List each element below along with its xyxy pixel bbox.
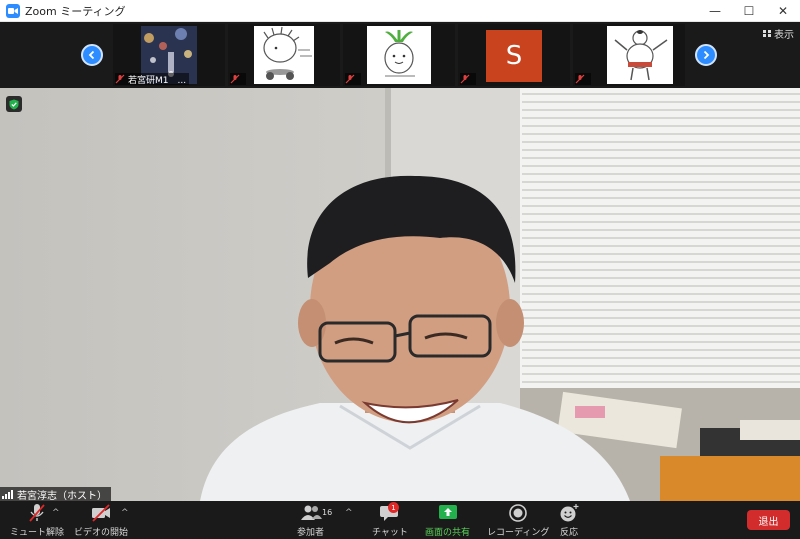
muted-mic-icon bbox=[575, 74, 585, 84]
close-button[interactable]: ✕ bbox=[766, 0, 800, 22]
chevron-left-icon bbox=[88, 50, 95, 60]
audio-options-caret[interactable]: ^ bbox=[52, 508, 60, 518]
view-label: 表示 bbox=[774, 30, 794, 41]
filmstrip-prev-button[interactable] bbox=[81, 44, 103, 66]
title-bar: Zoom ミーティング — ☐ ✕ bbox=[0, 0, 800, 22]
meeting-toolbar: ミュート解除 ^ ビデオの開始 ^ 参加者 16 ^ チャット 1 画面の共有 … bbox=[0, 501, 800, 539]
speaker-name: 若宮淳志（ホスト） bbox=[17, 490, 107, 502]
chat-label: チャット bbox=[372, 528, 408, 538]
start-video-label: ビデオの開始 bbox=[74, 528, 129, 538]
participants-icon bbox=[300, 505, 322, 520]
speaker-name-label: 若宮淳志（ホスト） bbox=[0, 487, 111, 501]
share-screen-button[interactable]: 画面の共有 bbox=[425, 503, 470, 538]
participants-options-caret[interactable]: ^ bbox=[345, 508, 353, 518]
active-speaker-video: 若宮淳志（ホスト） bbox=[0, 88, 800, 501]
participant-filmstrip: 若宮研M1 ... S 表示 bbox=[0, 22, 800, 88]
view-button[interactable]: 表示 bbox=[763, 26, 794, 41]
share-screen-icon bbox=[438, 505, 457, 519]
participant-tile[interactable] bbox=[573, 24, 685, 86]
security-shield-icon[interactable] bbox=[6, 96, 22, 112]
smiley-icon bbox=[560, 504, 579, 522]
participant-tile[interactable] bbox=[228, 24, 340, 86]
participant-tile[interactable]: 若宮研M1 ... bbox=[113, 24, 225, 86]
record-label: レコーディング bbox=[487, 528, 550, 538]
grid-icon bbox=[763, 29, 771, 38]
muted-mic-icon bbox=[115, 74, 125, 84]
participants-count: 16 bbox=[322, 508, 333, 517]
record-icon bbox=[509, 504, 527, 522]
speaker-video-frame bbox=[0, 88, 800, 501]
participant-tile[interactable]: S bbox=[458, 24, 570, 86]
muted-mic-icon bbox=[345, 74, 355, 84]
filmstrip-next-button[interactable] bbox=[695, 44, 717, 66]
muted-mic-icon bbox=[230, 74, 240, 84]
participant-tile[interactable] bbox=[343, 24, 455, 86]
minimize-button[interactable]: — bbox=[698, 0, 732, 22]
share-screen-label: 画面の共有 bbox=[425, 528, 471, 538]
leave-meeting-button[interactable]: 退出 bbox=[747, 510, 790, 530]
video-off-icon bbox=[92, 504, 110, 522]
start-video-button[interactable]: ビデオの開始 bbox=[74, 503, 128, 538]
video-options-caret[interactable]: ^ bbox=[121, 508, 129, 518]
muted-mic-icon bbox=[460, 74, 470, 84]
chat-unread-badge: 1 bbox=[388, 502, 399, 513]
participants-button[interactable]: 参加者 bbox=[297, 503, 324, 538]
window-title: Zoom ミーティング bbox=[25, 4, 126, 18]
avatar-letter: S bbox=[505, 41, 523, 71]
reactions-label: 反応 bbox=[559, 528, 578, 538]
letter-avatar: S bbox=[486, 30, 542, 82]
zoom-logo-icon bbox=[6, 3, 20, 18]
participant-name: 若宮研M1 ... bbox=[128, 75, 187, 86]
signal-strength-icon bbox=[2, 489, 14, 499]
muted-mic-icon bbox=[29, 504, 45, 522]
maximize-button[interactable]: ☐ bbox=[732, 0, 766, 22]
participants-label: 参加者 bbox=[297, 528, 325, 538]
unmute-label: ミュート解除 bbox=[10, 528, 65, 538]
reactions-button[interactable]: 反応 bbox=[558, 503, 580, 538]
chevron-right-icon bbox=[703, 50, 710, 60]
record-button[interactable]: レコーディング bbox=[487, 503, 549, 538]
zoom-window: Zoom ミーティング — ☐ ✕ 若宮研M1 ... S 表示 若宮淳志（ホス… bbox=[0, 0, 800, 539]
